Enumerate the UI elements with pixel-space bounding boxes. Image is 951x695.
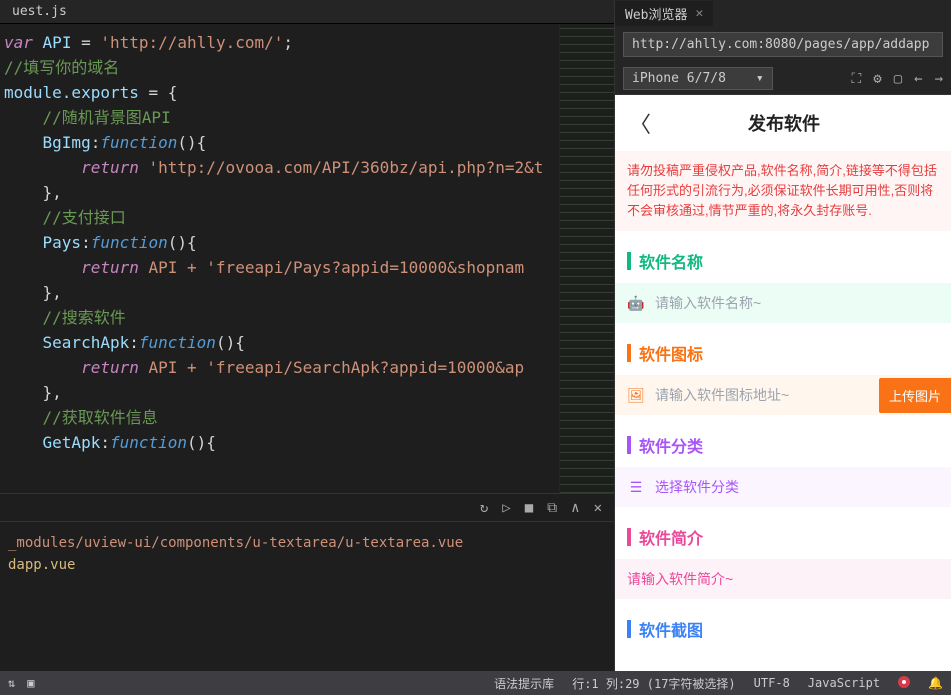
debug-restart-icon[interactable]: ↻ xyxy=(480,500,488,516)
settings-icon[interactable]: ⚙ xyxy=(873,71,881,87)
console-pane[interactable]: _modules/uview-ui/components/u-textarea/… xyxy=(0,521,614,671)
status-language[interactable]: JavaScript xyxy=(808,676,880,690)
fn-pays: Pays xyxy=(4,233,81,252)
section-title-name: 软件名称 xyxy=(615,239,951,283)
debug-screenshot-icon[interactable]: ⧉ xyxy=(547,500,557,516)
bell-icon[interactable]: 🔔 xyxy=(928,676,943,690)
accent-bar xyxy=(627,436,631,454)
section-title-intro: 软件简介 xyxy=(615,515,951,559)
status-bar: ⇅ ▣ 语法提示库 行:1 列:29 (17字符被选择) UTF-8 JavaS… xyxy=(0,671,951,695)
console-line: dapp.vue xyxy=(8,554,606,576)
upload-button[interactable]: 上传图片 xyxy=(879,378,951,413)
device-select[interactable]: iPhone 6/7/8 ▾ xyxy=(623,67,773,90)
menu-icon: ☰ xyxy=(627,478,645,496)
editor-pane: uest.js var API = 'http://ahlly.com/'; /… xyxy=(0,0,614,671)
debug-collapse-icon[interactable]: ∧ xyxy=(571,500,579,516)
browser-tab[interactable]: Web浏览器 ✕ xyxy=(615,1,713,26)
name-input-row[interactable]: 🤖 请输入软件名称~ xyxy=(615,283,951,323)
preview-viewport[interactable]: 〈 发布软件 请勿投稿严重侵权产品,软件名称,简介,链接等不得包括任何形式的引流… xyxy=(615,95,951,671)
category-placeholder: 选择软件分类 xyxy=(655,477,939,497)
icon-input-row[interactable]: 🖼 请输入软件图标地址~ 上传图片 xyxy=(615,375,951,415)
chevron-down-icon: ▾ xyxy=(756,71,764,86)
url-input[interactable] xyxy=(623,32,943,57)
close-icon[interactable]: ✕ xyxy=(695,6,703,21)
accent-bar xyxy=(627,528,631,546)
name-placeholder: 请输入软件名称~ xyxy=(655,293,939,313)
forward-icon[interactable]: → xyxy=(935,71,943,87)
accent-bar xyxy=(627,252,631,270)
device-label: iPhone 6/7/8 xyxy=(632,71,726,86)
screenshot-icon[interactable]: ▢ xyxy=(894,71,902,87)
module-exports: module.exports xyxy=(4,83,139,102)
status-syntax-hint[interactable]: 语法提示库 xyxy=(494,675,554,692)
expand-icon[interactable]: ⛶ xyxy=(851,71,861,87)
browser-pane: Web浏览器 ✕ iPhone 6/7/8 ▾ ⛶ ⚙ ▢ ← → 〈 发布软件 xyxy=(614,0,951,671)
status-encoding[interactable]: UTF-8 xyxy=(754,676,790,690)
code-editor[interactable]: var API = 'http://ahlly.com/'; //填写你的域名 … xyxy=(0,24,559,493)
image-icon: 🖼 xyxy=(627,386,645,404)
comment: //搜索软件 xyxy=(4,308,126,327)
fn-getapk: GetApk xyxy=(4,433,100,452)
string-url: 'http://ahlly.com/' xyxy=(100,33,283,52)
debug-play-icon[interactable]: ▷ xyxy=(502,500,510,516)
back-icon[interactable]: ← xyxy=(914,71,922,87)
category-select-row[interactable]: ☰ 选择软件分类 xyxy=(615,467,951,507)
section-title-icon: 软件图标 xyxy=(615,331,951,375)
status-error-badge[interactable] xyxy=(898,676,910,691)
status-terminal-icon[interactable]: ▣ xyxy=(27,676,34,690)
comment: //填写你的域名 xyxy=(4,58,119,77)
keyword-var: var xyxy=(4,33,33,52)
comment: //随机背景图API xyxy=(4,108,171,127)
status-sync-icon[interactable]: ⇅ xyxy=(8,676,15,690)
accent-bar xyxy=(627,344,631,362)
fn-searchapk: SearchApk xyxy=(4,333,129,352)
debug-stop-icon[interactable]: ■ xyxy=(525,500,533,516)
page-title: 发布软件 xyxy=(651,110,937,136)
var-api: API xyxy=(43,33,72,52)
minimap[interactable] xyxy=(559,24,614,493)
debug-toolbar: ↻ ▷ ■ ⧉ ∧ ✕ xyxy=(0,493,614,521)
accent-bar xyxy=(627,620,631,638)
comment: //获取软件信息 xyxy=(4,408,158,427)
status-cursor[interactable]: 行:1 列:29 (17字符被选择) xyxy=(572,675,735,692)
console-line: _modules/uview-ui/components/u-textarea/… xyxy=(8,532,606,554)
browser-tab-label: Web浏览器 xyxy=(625,4,687,23)
section-title-screenshot: 软件截图 xyxy=(615,607,951,651)
warning-message: 请勿投稿严重侵权产品,软件名称,简介,链接等不得包括任何形式的引流行为,必须保证… xyxy=(615,151,951,231)
back-arrow-icon[interactable]: 〈 xyxy=(629,107,651,139)
fn-bgimg: BgImg xyxy=(4,133,91,152)
editor-tab[interactable]: uest.js xyxy=(0,0,614,24)
comment: //支付接口 xyxy=(4,208,126,227)
icon-placeholder: 请输入软件图标地址~ xyxy=(655,385,869,405)
section-title-category: 软件分类 xyxy=(615,423,951,467)
intro-input-row[interactable]: 请输入软件简介~ xyxy=(615,559,951,599)
intro-placeholder: 请输入软件简介~ xyxy=(627,569,733,589)
android-icon: 🤖 xyxy=(627,294,645,312)
debug-close-icon[interactable]: ✕ xyxy=(594,500,602,516)
